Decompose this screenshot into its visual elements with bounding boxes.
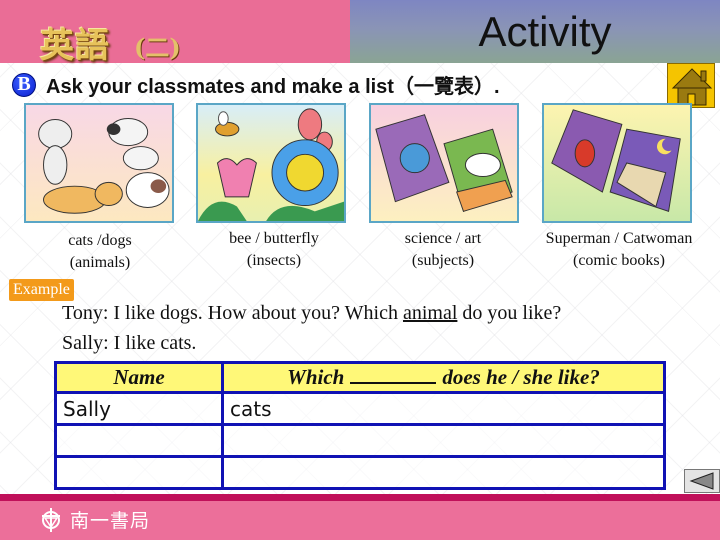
dialog-text: do you like?	[457, 302, 562, 324]
picture-caption-comic-books: Superman / Catwoman (comic books)	[524, 228, 714, 272]
caption-line: cats /dogs	[68, 232, 132, 249]
blank-line	[350, 366, 437, 384]
activity-title: Activity	[478, 8, 612, 55]
footer-stripe	[0, 494, 720, 501]
survey-table: Name Which does he / she like? Sally cats	[54, 361, 666, 490]
picture-subjects	[369, 103, 519, 223]
publisher-emblem-icon	[42, 507, 60, 532]
example-tag: Example	[9, 279, 74, 301]
home-button[interactable]	[667, 63, 715, 108]
instruction: B Ask your classmates and make a list（一覽…	[12, 70, 500, 99]
picture-insects	[196, 103, 346, 223]
picture-comic-books	[542, 103, 692, 223]
publisher-logo: 南一書局	[40, 506, 150, 533]
example-dialog-sally: Sally: I like cats.	[62, 332, 197, 354]
course-title: 英語	[40, 26, 110, 66]
caption-line: bee / butterfly	[229, 230, 319, 247]
section-badge: B	[12, 72, 36, 97]
header-banner-left: 英語 (二)	[0, 0, 350, 66]
header-which-pre: Which	[287, 365, 345, 389]
caption-category: (comic books)	[573, 252, 665, 269]
header-name: Name	[54, 361, 224, 394]
cell-name[interactable]: Sally	[54, 391, 224, 426]
picture-caption-animals: cats /dogs (animals)	[44, 230, 156, 274]
back-button[interactable]	[684, 469, 720, 493]
table-row	[54, 455, 666, 490]
course-volume: (二)	[134, 33, 181, 62]
picture-animals	[24, 103, 174, 223]
dialog-keyword: animal	[402, 302, 458, 324]
caption-line: science / art	[404, 230, 482, 247]
picture-caption-insects: bee / butterfly (insects)	[210, 228, 338, 272]
cell-answer[interactable]	[221, 423, 666, 458]
header-which-post: does he / she like?	[442, 365, 600, 389]
caption-line: Superman / Catwoman	[545, 230, 693, 247]
triangle-left-icon	[689, 472, 714, 490]
table-row	[54, 423, 666, 458]
cell-name[interactable]	[54, 423, 224, 458]
caption-category: (animals)	[69, 254, 131, 271]
dialog-text: Tony: I like dogs. How about you? Which	[62, 302, 403, 324]
table-header-row: Name Which does he / she like?	[54, 361, 666, 394]
publisher-name: 南一書局	[70, 510, 151, 532]
instruction-text: Ask your classmates and make a list（一覽表）…	[46, 76, 500, 98]
table-row: Sally cats	[54, 391, 666, 426]
cell-name[interactable]	[54, 455, 224, 490]
header-which: Which does he / she like?	[221, 361, 666, 394]
caption-category: (insects)	[246, 252, 302, 269]
example-dialog-tony: Tony: I like dogs. How about you? Which …	[62, 302, 561, 325]
cell-answer[interactable]	[221, 455, 666, 490]
caption-category: (subjects)	[411, 252, 475, 269]
picture-caption-subjects: science / art (subjects)	[385, 228, 501, 272]
cell-answer[interactable]: cats	[221, 391, 666, 426]
